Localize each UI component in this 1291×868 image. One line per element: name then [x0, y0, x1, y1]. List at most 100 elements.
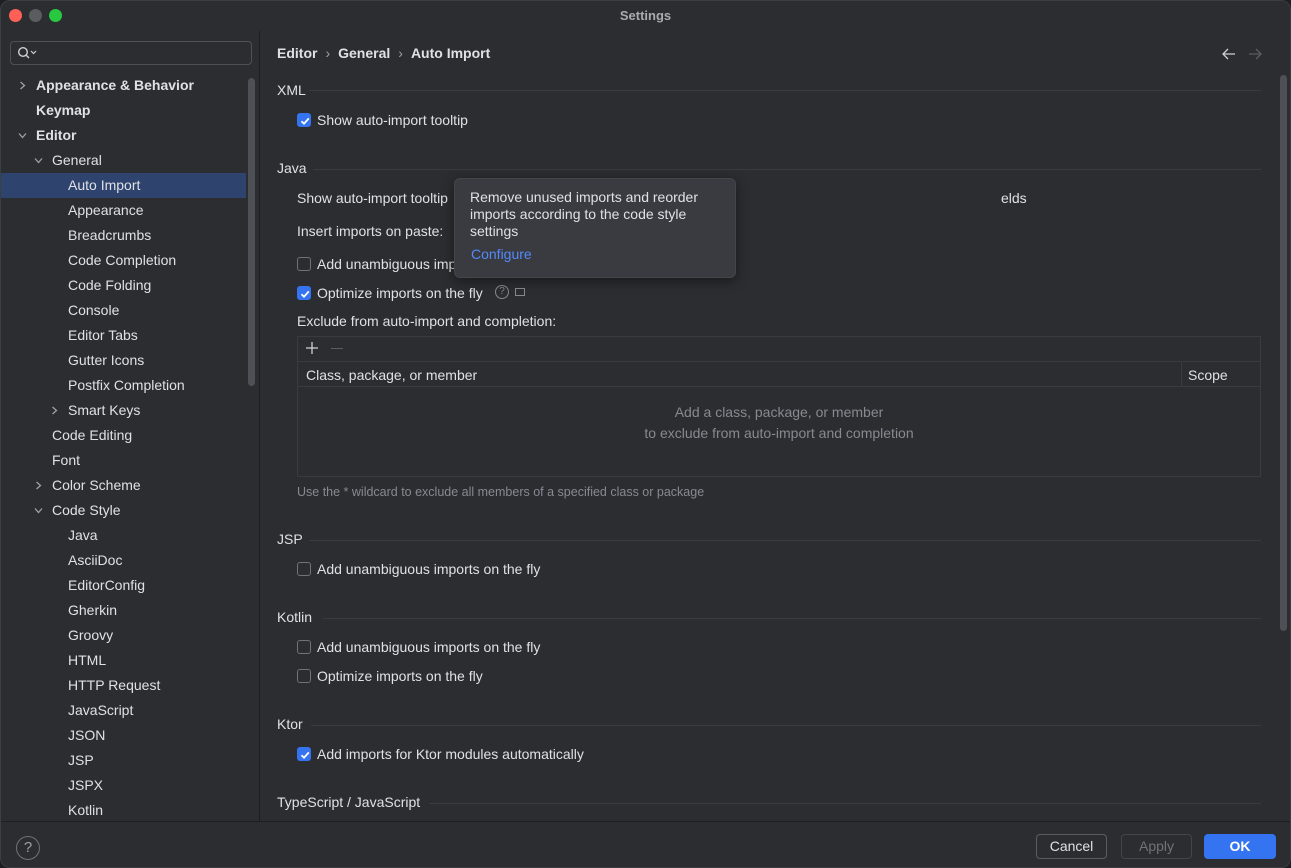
tree-item-label: Postfix Completion — [68, 377, 185, 393]
tree-item-json[interactable]: JSON — [1, 723, 246, 748]
settings-sidebar: Appearance & Behavior Keymap Editor Gene… — [1, 31, 260, 821]
content-scrollbar[interactable] — [1280, 75, 1287, 631]
chevron-right-icon[interactable] — [34, 481, 43, 490]
breadcrumb-item-editor[interactable]: Editor — [277, 45, 317, 61]
tree-item-label: Appearance — [68, 202, 144, 218]
help-button[interactable]: ? — [16, 836, 40, 860]
tree-item-gherkin[interactable]: Gherkin — [1, 598, 246, 623]
window-title: Settings — [619, 8, 672, 23]
search-input[interactable] — [10, 41, 252, 65]
settings-window: Settings Appearance & Behavior Keymap Ed… — [0, 0, 1291, 868]
checkbox-label: Optimize imports on the fly — [317, 668, 483, 684]
checkbox[interactable] — [297, 113, 311, 127]
sidebar-scrollbar[interactable] — [248, 78, 255, 386]
table-header: Class, package, or member Scope — [298, 362, 1260, 387]
checkmark-icon — [300, 117, 310, 126]
tree-item-postfix-completion[interactable]: Postfix Completion — [1, 373, 246, 398]
tree-item-label: Code Completion — [68, 252, 177, 268]
column-header-scope[interactable]: Scope — [1188, 367, 1228, 383]
ok-button[interactable]: OK — [1204, 834, 1276, 859]
settings-link-icon[interactable] — [515, 288, 525, 296]
tree-item-appearance[interactable]: Appearance — [1, 198, 246, 223]
tree-item-jsp[interactable]: JSP — [1, 748, 246, 773]
exclude-label: Exclude from auto-import and completion: — [297, 313, 557, 329]
help-icon[interactable]: ? — [495, 285, 509, 299]
section-divider — [311, 725, 1261, 726]
tree-item-javascript[interactable]: JavaScript — [1, 698, 246, 723]
tree-item-auto-import[interactable]: Auto Import — [1, 173, 246, 198]
checkbox-label: Add unambiguous imp — [317, 256, 457, 272]
tree-item-label: Editor Tabs — [68, 327, 138, 343]
add-icon[interactable] — [305, 341, 319, 355]
apply-button[interactable]: Apply — [1121, 834, 1192, 859]
title-bar: Settings — [1, 1, 1290, 31]
checkbox[interactable] — [297, 562, 311, 576]
optimize-imports-tooltip: Remove unused imports and reorder import… — [454, 178, 736, 278]
tree-item-http-request[interactable]: HTTP Request — [1, 673, 246, 698]
chevron-down-icon[interactable] — [34, 506, 43, 515]
tree-item-general[interactable]: General — [1, 148, 246, 173]
tree-item-appearance-behavior[interactable]: Appearance & Behavior — [1, 73, 246, 98]
tree-item-font[interactable]: Font — [1, 448, 246, 473]
checkbox[interactable] — [297, 747, 311, 761]
section-title-xml: XML — [277, 82, 306, 98]
tree-item-groovy[interactable]: Groovy — [1, 623, 246, 648]
chevron-right-icon[interactable] — [18, 81, 27, 90]
tree-item-jspx[interactable]: JSPX — [1, 773, 246, 798]
chevron-right-icon[interactable] — [50, 406, 59, 415]
tree-item-asciidoc[interactable]: AsciiDoc — [1, 548, 246, 573]
dialog-footer: ? Cancel Apply OK — [1, 821, 1290, 867]
breadcrumb-item-general[interactable]: General — [338, 45, 390, 61]
tree-item-html[interactable]: HTML — [1, 648, 246, 673]
tree-item-label: Appearance & Behavior — [36, 77, 194, 93]
checkmark-icon — [300, 751, 310, 760]
tree-item-editor-tabs[interactable]: Editor Tabs — [1, 323, 246, 348]
cancel-button[interactable]: Cancel — [1036, 834, 1107, 859]
checkbox[interactable] — [297, 286, 311, 300]
checkbox[interactable] — [297, 640, 311, 654]
tree-item-kotlin[interactable]: Kotlin — [1, 798, 246, 823]
tree-item-label: Breadcrumbs — [68, 227, 152, 243]
section-divider — [309, 540, 1261, 541]
tree-item-label: General — [52, 152, 102, 168]
tree-item-color-scheme[interactable]: Color Scheme — [1, 473, 246, 498]
section-divider — [313, 169, 1261, 170]
back-arrow-icon[interactable] — [1221, 47, 1237, 61]
forward-arrow-icon[interactable] — [1247, 47, 1263, 61]
tree-item-label: Auto Import — [68, 177, 141, 193]
tree-item-label: HTTP Request — [68, 677, 161, 693]
empty-state-line1: Add a class, package, or member — [674, 404, 884, 420]
tree-item-label: JSON — [68, 727, 106, 743]
configure-link[interactable]: Configure — [471, 246, 532, 262]
checkbox[interactable] — [297, 257, 311, 271]
tree-item-keymap[interactable]: Keymap — [1, 98, 246, 123]
tree-item-code-style[interactable]: Code Style — [1, 498, 246, 523]
tree-item-smart-keys[interactable]: Smart Keys — [1, 398, 246, 423]
wildcard-hint: Use the * wildcard to exclude all member… — [297, 485, 705, 499]
table-toolbar — [298, 337, 1260, 362]
section-title-typescript-javascript: TypeScript / JavaScript — [277, 794, 421, 810]
column-divider[interactable] — [1181, 362, 1182, 387]
tree-item-label: HTML — [68, 652, 107, 668]
tree-item-console[interactable]: Console — [1, 298, 246, 323]
tree-item-label: Console — [68, 302, 120, 318]
tree-item-java[interactable]: Java — [1, 523, 246, 548]
tooltip-text: Remove unused imports and reorder import… — [470, 189, 699, 239]
tree-item-breadcrumbs[interactable]: Breadcrumbs — [1, 223, 246, 248]
checkbox[interactable] — [297, 669, 311, 683]
tree-item-label: Gherkin — [68, 602, 118, 618]
tree-item-editorconfig[interactable]: EditorConfig — [1, 573, 246, 598]
chevron-down-icon[interactable] — [34, 156, 43, 165]
tree-item-code-editing[interactable]: Code Editing — [1, 423, 246, 448]
section-divider — [309, 90, 1261, 91]
breadcrumb-separator: › — [325, 45, 331, 61]
settings-content: Editor › General › Auto Import XML Show auto… — [261, 31, 1290, 821]
tree-item-label: Code Style — [52, 502, 121, 518]
checkbox-label: Add unambiguous imports on the fly — [317, 561, 541, 577]
tree-item-code-folding[interactable]: Code Folding — [1, 273, 246, 298]
tree-item-gutter-icons[interactable]: Gutter Icons — [1, 348, 246, 373]
chevron-down-icon[interactable] — [18, 131, 27, 140]
tree-item-editor[interactable]: Editor — [1, 123, 246, 148]
tree-item-code-completion[interactable]: Code Completion — [1, 248, 246, 273]
column-header-class[interactable]: Class, package, or member — [306, 367, 477, 383]
